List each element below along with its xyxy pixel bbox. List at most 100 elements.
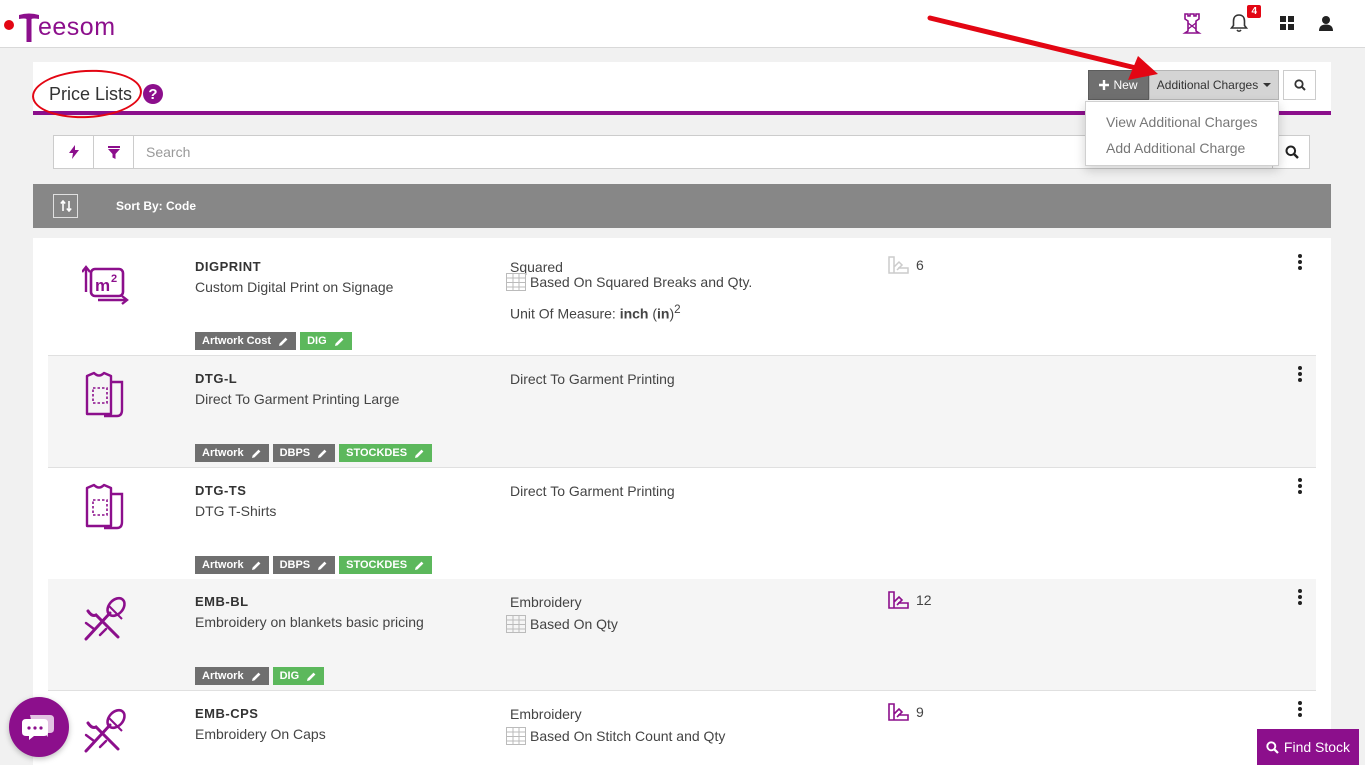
tag-dbps[interactable]: DBPS — [272, 444, 336, 462]
search-icon — [1266, 740, 1279, 754]
new-button[interactable]: New — [1088, 70, 1149, 100]
row-code: EMB-BL — [195, 594, 249, 609]
price-list-row-emb-cps[interactable]: EMB-CPS Embroidery On Caps Embroidery Ba… — [48, 691, 1316, 765]
sort-direction-button[interactable] — [53, 194, 78, 218]
tag-artwork[interactable]: Artwork — [195, 667, 269, 685]
svg-text:m: m — [95, 276, 110, 295]
row-description: Embroidery On Caps — [195, 726, 326, 742]
pencil-icon[interactable] — [415, 561, 424, 570]
row-count: 6 — [888, 256, 924, 274]
tag-label: Artwork — [202, 447, 244, 459]
search-icon — [1285, 145, 1299, 159]
row-count-value: 12 — [916, 592, 932, 608]
swatch-icon — [888, 703, 909, 721]
notification-bell[interactable]: 4 — [1228, 5, 1261, 34]
teesom-logo[interactable]: eesom — [18, 8, 116, 42]
price-list-row-emb-bl[interactable]: EMB-BL Embroidery on blankets basic pric… — [48, 579, 1316, 691]
tag-artwork-cost[interactable]: Artwork Cost — [195, 332, 297, 350]
uom-power: 2 — [674, 303, 681, 316]
swatch-icon — [888, 256, 909, 274]
embroidery-needle-icon — [84, 708, 126, 753]
row-pricing-text: Based On Stitch Count and Qty — [530, 728, 726, 744]
top-navbar: eesom 4 — [0, 0, 1365, 48]
new-button-label: New — [1113, 78, 1138, 92]
row-description: Embroidery on blankets basic pricing — [195, 614, 424, 630]
notification-badge: 4 — [1247, 5, 1261, 18]
tag-label: STOCKDES — [346, 447, 408, 459]
pencil-icon[interactable] — [251, 561, 261, 570]
pencil-icon[interactable] — [251, 672, 261, 681]
pencil-icon[interactable] — [279, 337, 288, 346]
row-kebab-menu-icon[interactable] — [1296, 477, 1304, 495]
pencil-icon[interactable] — [251, 449, 261, 458]
tag-label: DIG — [279, 670, 300, 682]
price-list-row-dtg-ts[interactable]: DTG-TS DTG T-Shirts Direct To Garment Pr… — [48, 468, 1316, 580]
row-code: DTG-TS — [195, 483, 247, 498]
tag-artwork[interactable]: Artwork — [195, 556, 269, 574]
filter-button[interactable] — [94, 136, 134, 168]
tag-dig[interactable]: DIG — [272, 667, 325, 685]
chat-button[interactable] — [9, 697, 69, 757]
logo-text: eesom — [38, 13, 116, 41]
tag-label: Artwork — [202, 559, 244, 571]
tag-label: DBPS — [279, 559, 311, 571]
sort-icon — [59, 200, 72, 212]
row-count: 12 — [888, 591, 932, 609]
tower-icon[interactable] — [1181, 12, 1203, 34]
find-stock-label: Find Stock — [1283, 739, 1351, 755]
tag-label: STOCKDES — [346, 559, 408, 571]
pencil-icon[interactable] — [318, 449, 327, 458]
price-list-row-digprint[interactable]: m 2 DIGPRINT Custom Digital Print on Sig… — [48, 244, 1316, 356]
tag-stockdes[interactable]: STOCKDES — [339, 556, 433, 574]
square-meter-icon: m 2 — [82, 265, 129, 305]
plus-icon — [1099, 80, 1110, 90]
caret-down-icon — [1263, 83, 1272, 87]
table-icon — [506, 615, 526, 633]
view-additional-charges-item[interactable]: View Additional Charges — [1086, 111, 1278, 137]
row-description: DTG T-Shirts — [195, 503, 277, 519]
add-additional-charge-item[interactable]: Add Additional Charge — [1086, 137, 1278, 163]
row-kebab-menu-icon[interactable] — [1296, 365, 1304, 383]
filter-icon — [107, 145, 120, 159]
row-description: Custom Digital Print on Signage — [195, 279, 394, 295]
row-kebab-menu-icon[interactable] — [1296, 700, 1304, 718]
find-stock-button[interactable]: Find Stock — [1257, 729, 1359, 765]
tag-artwork[interactable]: Artwork — [195, 444, 269, 462]
apps-grid-icon[interactable] — [1276, 12, 1298, 34]
tag-stockdes[interactable]: STOCKDES — [339, 444, 433, 462]
chat-icon — [22, 715, 54, 740]
pencil-icon[interactable] — [307, 672, 316, 681]
annotation-dot — [4, 20, 14, 30]
row-tags: Artwork DIG — [195, 667, 325, 685]
row-pricing: Based On Stitch Count and Qty — [506, 727, 725, 745]
row-category: Embroidery — [510, 706, 582, 722]
row-tags: Artwork Cost DIG — [195, 332, 352, 350]
tag-dig[interactable]: DIG — [300, 332, 352, 350]
header-search-button[interactable] — [1283, 70, 1316, 100]
tag-dbps[interactable]: DBPS — [272, 556, 336, 574]
help-icon[interactable]: ? — [143, 84, 163, 104]
table-icon — [506, 727, 526, 745]
row-count: 9 — [888, 703, 924, 721]
additional-charges-button[interactable]: Additional Charges — [1149, 70, 1279, 100]
row-kebab-menu-icon[interactable] — [1296, 253, 1304, 271]
price-list-row-dtg-l[interactable]: DTG-L Direct To Garment Printing Large D… — [48, 356, 1316, 468]
logo-t-icon — [19, 13, 39, 42]
row-category: Direct To Garment Printing — [510, 483, 675, 499]
svg-text:2: 2 — [111, 273, 117, 285]
row-pricing-text: Based On Qty — [530, 616, 618, 632]
sort-bar: Sort By: Code — [33, 184, 1331, 228]
pencil-icon[interactable] — [415, 449, 424, 458]
quick-actions-button[interactable] — [54, 136, 94, 168]
user-icon[interactable] — [1315, 12, 1337, 34]
row-pricing: Based On Squared Breaks and Qty. — [506, 273, 752, 291]
additional-charges-label: Additional Charges — [1156, 78, 1259, 92]
embroidery-needle-icon — [84, 596, 126, 641]
uom-prefix: Unit Of Measure: — [510, 305, 620, 322]
pencil-icon[interactable] — [318, 561, 327, 570]
tag-label: DBPS — [279, 447, 311, 459]
pencil-icon[interactable] — [334, 337, 344, 346]
row-category: Direct To Garment Printing — [510, 371, 675, 387]
row-kebab-menu-icon[interactable] — [1296, 588, 1304, 606]
row-code: DIGPRINT — [195, 259, 262, 274]
